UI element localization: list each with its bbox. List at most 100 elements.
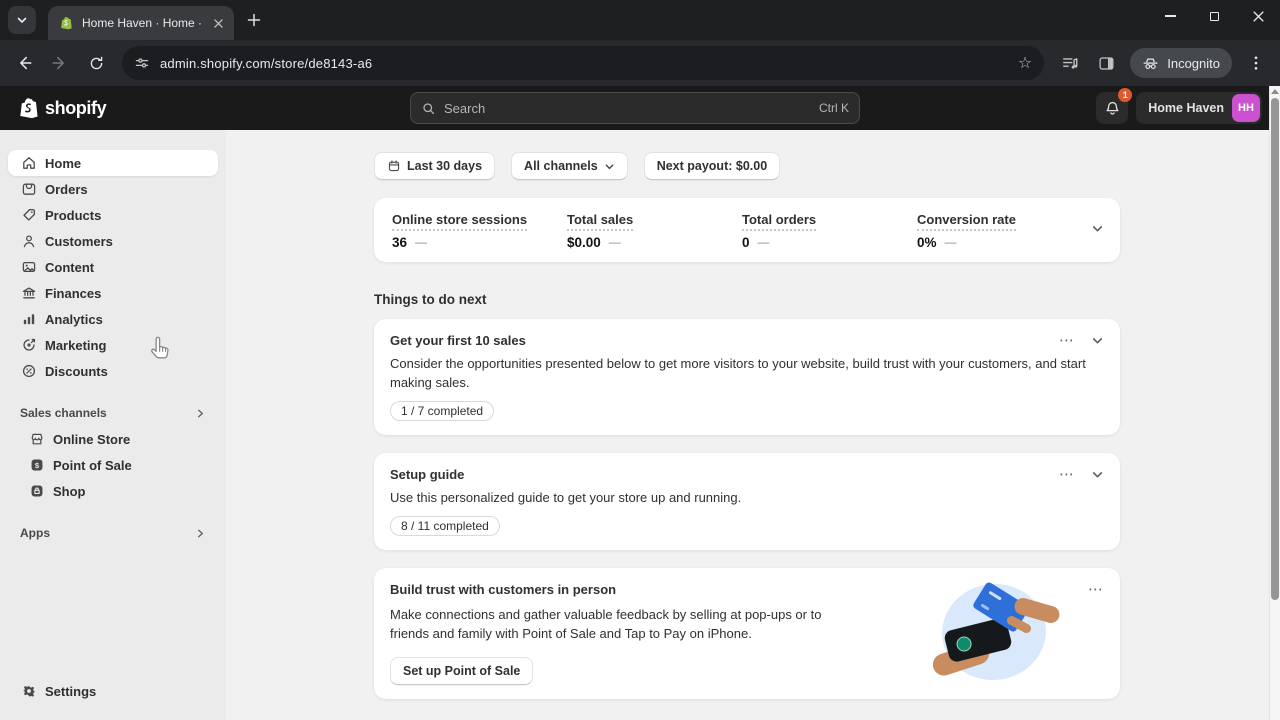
- search-placeholder: Search: [444, 101, 811, 116]
- channel-filter-label: All channels: [524, 159, 598, 173]
- shop-icon: [28, 483, 45, 499]
- apps-label: Apps: [20, 526, 50, 540]
- metric-online-store-sessions: Online store sessions 36 —: [392, 211, 567, 250]
- channel-filter-button[interactable]: All channels: [511, 152, 628, 180]
- sidebar-item-marketing[interactable]: Marketing: [8, 332, 218, 358]
- analytics-summary-bar[interactable]: Online store sessions 36— Total sales $0…: [374, 198, 1120, 262]
- card-collapse-button[interactable]: [1091, 468, 1104, 481]
- store-menu-button[interactable]: Home Haven HH: [1136, 92, 1262, 124]
- forward-button[interactable]: [44, 47, 76, 79]
- sidebar-item-label: Content: [45, 260, 94, 275]
- next-payout-label: Next payout: $0.00: [657, 159, 767, 173]
- incognito-badge: Incognito: [1130, 48, 1232, 78]
- trend-dash-icon: —: [415, 235, 427, 249]
- chevron-right-icon: [195, 528, 206, 539]
- window-minimize-button[interactable]: [1148, 0, 1192, 32]
- apps-header[interactable]: Apps: [8, 520, 218, 546]
- sidebar-item-discounts[interactable]: Discounts: [8, 358, 218, 384]
- setup-pos-button[interactable]: Set up Point of Sale: [390, 657, 533, 685]
- person-icon: [20, 233, 37, 249]
- chevron-down-icon: [604, 161, 615, 172]
- tag-icon: [20, 207, 37, 223]
- chevron-down-icon: [16, 14, 28, 26]
- shopify-logo[interactable]: shopify: [16, 95, 106, 121]
- chevron-down-icon: [1091, 222, 1104, 235]
- metric-value: 36: [392, 235, 407, 250]
- sidebar-item-products[interactable]: Products: [8, 202, 218, 228]
- card-menu-button[interactable]: ⋯: [1059, 470, 1075, 480]
- bookmark-star-icon[interactable]: ☆: [1018, 53, 1032, 73]
- card-setup-guide: Setup guide ⋯ Use this personalized guid…: [374, 453, 1120, 550]
- setup-pos-label: Set up Point of Sale: [403, 664, 520, 678]
- metric-label[interactable]: Total sales: [567, 212, 633, 231]
- main-content: Last 30 days All channels Next payout: $…: [226, 130, 1280, 720]
- sidebar-item-content[interactable]: Content: [8, 254, 218, 280]
- new-tab-button[interactable]: [240, 6, 268, 34]
- url-text[interactable]: admin.shopify.com/store/de8143-a6: [160, 56, 1008, 71]
- orders-icon: [20, 181, 37, 197]
- sidebar-item-label: Marketing: [45, 338, 106, 353]
- sidebar-item-point-of-sale[interactable]: $ Point of Sale: [8, 452, 218, 478]
- reload-button[interactable]: [80, 47, 112, 79]
- sidebar-item-home[interactable]: Home: [8, 150, 218, 176]
- metric-label[interactable]: Conversion rate: [917, 212, 1016, 231]
- notification-count-badge: 1: [1118, 88, 1132, 102]
- date-range-button[interactable]: Last 30 days: [374, 152, 495, 180]
- browser-toolbar: admin.shopify.com/store/de8143-a6 ☆ Inco…: [0, 40, 1280, 86]
- next-payout-button[interactable]: Next payout: $0.00: [644, 152, 780, 180]
- card-menu-button[interactable]: ⋯: [1059, 336, 1075, 346]
- bar-chart-icon: [20, 311, 37, 327]
- card-collapse-button[interactable]: [1091, 334, 1104, 347]
- window-restore-button[interactable]: [1192, 0, 1236, 32]
- global-search-input[interactable]: Search Ctrl K: [410, 92, 860, 124]
- calendar-icon: [387, 159, 401, 173]
- sidebar-item-label: Home: [45, 156, 81, 171]
- tab-close-button[interactable]: [210, 15, 226, 31]
- sales-channels-header[interactable]: Sales channels: [8, 400, 218, 426]
- sidebar-item-online-store[interactable]: Online Store: [8, 426, 218, 452]
- sidebar-item-customers[interactable]: Customers: [8, 228, 218, 254]
- expand-stats-button[interactable]: [1091, 222, 1104, 235]
- scrollbar-thumb[interactable]: [1271, 98, 1279, 600]
- scroll-up-arrow-icon[interactable]: [1271, 89, 1279, 94]
- gear-icon: [20, 683, 37, 699]
- back-button[interactable]: [8, 47, 40, 79]
- metric-label[interactable]: Online store sessions: [392, 212, 527, 231]
- search-icon: [421, 101, 436, 116]
- search-shortcut: Ctrl K: [819, 101, 849, 115]
- sidebar-item-orders[interactable]: Orders: [8, 176, 218, 202]
- window-close-button[interactable]: [1236, 0, 1280, 32]
- online-store-icon: [28, 431, 45, 447]
- browser-tab[interactable]: Home Haven · Home · Shopify: [48, 6, 234, 40]
- address-bar[interactable]: admin.shopify.com/store/de8143-a6 ☆: [122, 46, 1044, 80]
- minimize-icon: [1165, 15, 1176, 17]
- metric-label[interactable]: Total orders: [742, 212, 816, 231]
- browser-menu-button[interactable]: [1240, 47, 1272, 79]
- tap-to-pay-illustration: [930, 580, 1058, 688]
- chevron-right-icon: [195, 408, 206, 419]
- window-controls: [1148, 0, 1280, 32]
- notifications-button[interactable]: 1: [1096, 92, 1128, 124]
- trend-dash-icon: —: [945, 235, 957, 249]
- sidebar-item-settings[interactable]: Settings: [8, 678, 218, 704]
- side-panel-icon: [1098, 55, 1115, 72]
- shopify-favicon-icon: [58, 15, 74, 31]
- close-icon: [214, 19, 223, 28]
- sidebar-item-shop[interactable]: Shop: [8, 478, 218, 504]
- card-description: Make connections and gather valuable fee…: [390, 605, 860, 643]
- sidebar-item-analytics[interactable]: Analytics: [8, 306, 218, 332]
- side-panel-button[interactable]: [1090, 47, 1122, 79]
- page-scrollbar[interactable]: [1269, 86, 1280, 720]
- shopify-bag-icon: [16, 95, 40, 121]
- tab-search-button[interactable]: [8, 6, 36, 34]
- sidebar-item-finances[interactable]: Finances: [8, 280, 218, 306]
- card-first-10-sales: Get your first 10 sales ⋯ Consider the o…: [374, 319, 1120, 435]
- progress-badge: 8 / 11 completed: [390, 516, 500, 536]
- section-title: Things to do next: [374, 292, 1120, 307]
- incognito-label: Incognito: [1167, 56, 1220, 71]
- home-icon: [20, 155, 37, 171]
- chevron-down-icon: [1091, 334, 1104, 347]
- site-info-icon[interactable]: [134, 55, 150, 71]
- media-controls-button[interactable]: [1054, 47, 1086, 79]
- card-menu-button[interactable]: ⋯: [1088, 585, 1104, 595]
